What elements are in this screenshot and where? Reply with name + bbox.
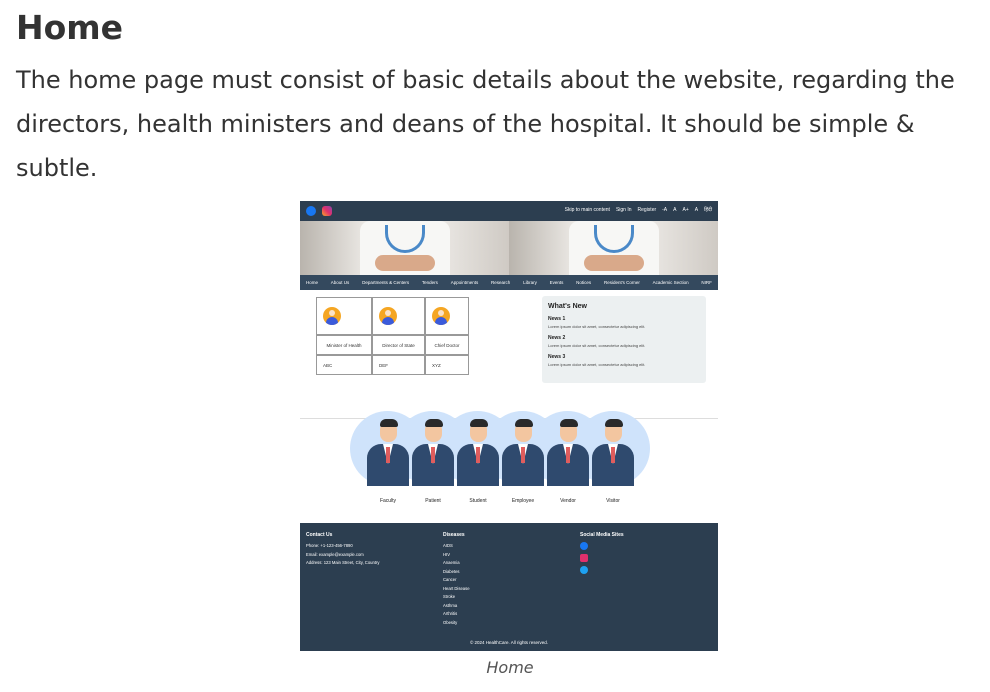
disease-link[interactable]: AIDS — [443, 542, 470, 551]
disease-link[interactable]: Arthritis — [443, 610, 470, 619]
person-icon-employee[interactable] — [500, 419, 546, 486]
disease-link[interactable]: Obesity — [443, 619, 470, 628]
font-decrease-button[interactable]: -A — [662, 207, 667, 213]
avatar — [432, 307, 450, 325]
figure-caption: Home — [486, 658, 534, 677]
doc-paragraph: The home page must consist of basic deta… — [16, 66, 955, 182]
user-type-visitor[interactable]: Visitor — [583, 498, 643, 504]
language-hindi-button[interactable]: हिंदी — [704, 207, 712, 213]
disease-link[interactable]: Heart Disease — [443, 585, 470, 594]
news-item-text: Lorem ipsum dolor sit amet, consectetur … — [548, 362, 646, 367]
news-item-text: Lorem ipsum dolor sit amet, consectetur … — [548, 343, 646, 348]
nav-item-tenders[interactable]: Tenders — [422, 280, 438, 285]
twitter-icon[interactable] — [580, 566, 588, 574]
hero-banner — [300, 221, 718, 275]
news-item-title[interactable]: News 3 — [548, 354, 700, 360]
person-icon-faculty[interactable] — [365, 419, 411, 486]
font-increase-button[interactable]: A+ — [682, 207, 688, 213]
footer-contact-title: Contact Us — [306, 532, 333, 538]
footer-diseases-title: Diseases — [443, 532, 465, 538]
facebook-icon[interactable] — [580, 542, 588, 550]
official-role: Minister of Health — [316, 335, 372, 355]
disease-link[interactable]: Diabetes — [443, 568, 470, 577]
main-nav: Home About Us Departments & Centers Tend… — [300, 275, 718, 290]
person-icon-visitor[interactable] — [590, 419, 636, 486]
official-name: ABC — [316, 355, 372, 375]
avatar — [323, 307, 341, 325]
footer-social: Social Media Sites — [580, 532, 624, 578]
person-icon-patient[interactable] — [410, 419, 456, 486]
disease-link[interactable]: HIV — [443, 551, 470, 560]
disease-link[interactable]: Asthma — [443, 602, 470, 611]
sign-in-link[interactable]: Sign In — [616, 207, 632, 213]
language-a-button[interactable]: A — [695, 207, 698, 213]
nav-item-library[interactable]: Library — [523, 280, 537, 285]
footer-social-title: Social Media Sites — [580, 532, 624, 538]
font-normal-button[interactable]: A — [673, 207, 676, 213]
official-name: DEF — [372, 355, 425, 375]
nav-item-academic-section[interactable]: Academic Section — [653, 280, 689, 285]
footer-phone: Phone: +1-123-456-7890 — [306, 543, 353, 548]
hero-image-doctor — [300, 221, 509, 275]
site-footer: Contact Us Phone: +1-123-456-7890 Email:… — [300, 523, 718, 651]
nav-item-residents-corner[interactable]: Resident's Corner — [604, 280, 640, 285]
footer-copyright: © 2024 HealthCare. All rights reserved. — [469, 640, 549, 645]
nav-item-appointments[interactable]: Appointments — [451, 280, 479, 285]
news-item-title[interactable]: News 1 — [548, 316, 700, 322]
official-name: XYZ — [425, 355, 469, 375]
nav-item-notices[interactable]: Notices — [576, 280, 591, 285]
news-item-text: Lorem ipsum dolor sit amet, consectetur … — [548, 324, 646, 329]
instagram-icon[interactable] — [580, 554, 588, 562]
whats-new-panel: What's New News 1 Lorem ipsum dolor sit … — [542, 296, 706, 383]
nav-item-departments[interactable]: Departments & Centers — [362, 280, 409, 285]
website-screenshot: Skip to main content Sign In Register -A… — [300, 201, 718, 651]
disease-link[interactable]: Cancer — [443, 576, 470, 585]
user-type-selector: Faculty Patient Student Employee Vendor … — [350, 411, 652, 504]
whats-new-title: What's New — [548, 303, 588, 310]
hero-image-doctor — [509, 221, 718, 275]
footer-contact: Contact Us Phone: +1-123-456-7890 Email:… — [306, 532, 379, 568]
footer-address: Address: 123 Main Street, City, Country — [306, 560, 380, 565]
person-icon-vendor[interactable] — [545, 419, 591, 486]
official-role: Chief Doctor — [425, 335, 469, 355]
news-item-title[interactable]: News 2 — [548, 335, 700, 341]
disease-link[interactable]: Stroke — [443, 593, 470, 602]
official-avatar-cell — [425, 297, 469, 335]
nav-item-events[interactable]: Events — [550, 280, 564, 285]
top-links: Skip to main content Sign In Register -A… — [565, 207, 712, 213]
nav-item-home[interactable]: Home — [306, 280, 318, 285]
officials-grid: Minister of Health Director of State Chi… — [316, 297, 469, 375]
footer-email[interactable]: Email: example@example.com — [306, 551, 379, 560]
nav-item-about-us[interactable]: About Us — [331, 280, 350, 285]
top-bar: Skip to main content Sign In Register -A… — [300, 201, 718, 221]
official-avatar-cell — [316, 297, 372, 335]
official-role: Director of State — [372, 335, 425, 355]
disease-link[interactable]: Anaemia — [443, 559, 470, 568]
instagram-icon[interactable] — [322, 206, 332, 216]
avatar — [379, 307, 397, 325]
person-icon-student[interactable] — [455, 419, 501, 486]
facebook-icon[interactable] — [306, 206, 316, 216]
nav-item-research[interactable]: Research — [491, 280, 510, 285]
official-avatar-cell — [372, 297, 425, 335]
doc-heading: Home — [16, 8, 124, 47]
nav-item-nirf[interactable]: NIRF — [701, 280, 712, 285]
register-link[interactable]: Register — [638, 207, 657, 213]
footer-diseases: Diseases AIDS HIV Anaemia Diabetes Cance… — [443, 532, 470, 627]
skip-to-content-link[interactable]: Skip to main content — [565, 207, 610, 213]
